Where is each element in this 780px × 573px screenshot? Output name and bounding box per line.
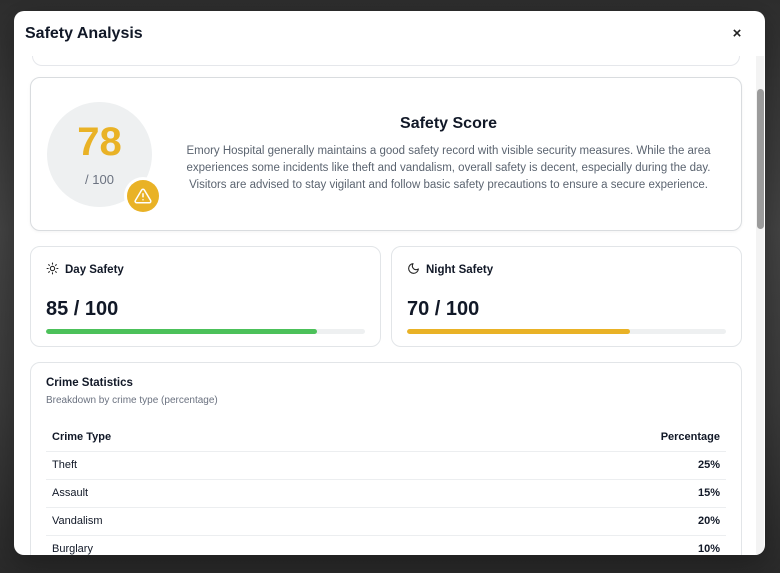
close-button[interactable]: ×	[727, 24, 747, 44]
crime-statistics-subtitle: Breakdown by crime type (percentage)	[46, 395, 218, 406]
percentage-cell: 20%	[385, 506, 726, 535]
column-header-percentage: Percentage	[660, 430, 720, 443]
crime-table: Crime Type Percentage Theft 25% Assault …	[46, 423, 726, 555]
crime-statistics-card: Crime Statistics Breakdown by crime type…	[30, 362, 742, 555]
safety-score-card: 78 / 100 Safety Score Emory Hospital gen…	[30, 77, 742, 231]
day-safety-label: Day Safety	[46, 262, 365, 278]
day-safety-value: 85 / 100	[46, 298, 119, 320]
day-safety-card: Day Safety 85 / 100	[30, 246, 381, 347]
night-safety-bar	[407, 329, 726, 334]
safety-analysis-modal: Safety Analysis × 78 / 100 Safety Score …	[14, 11, 765, 555]
night-safety-label: Night Safety	[407, 262, 726, 278]
score-value: 78	[77, 119, 122, 164]
table-row: Assault 15%	[46, 478, 726, 507]
night-safety-card: Night Safety 70 / 100	[391, 246, 742, 347]
night-safety-bar-fill	[407, 329, 631, 334]
score-description: Emory Hospital generally maintains a goo…	[186, 144, 711, 191]
crime-type-cell: Assault	[46, 478, 386, 507]
day-night-row: Day Safety 85 / 100 Night Safety 70 / 10	[30, 246, 742, 347]
column-header-crime-type: Crime Type	[52, 430, 112, 443]
crime-type-cell: Theft	[46, 450, 386, 479]
modal-title: Safety Analysis	[25, 24, 143, 42]
night-safety-title: Night Safety	[426, 264, 494, 276]
day-safety-title: Day Safety	[65, 264, 124, 276]
scrollbar-thumb[interactable]	[757, 89, 764, 229]
modal-body[interactable]: 78 / 100 Safety Score Emory Hospital gen…	[14, 56, 757, 555]
crime-type-cell: Vandalism	[46, 506, 386, 535]
percentage-cell: 10%	[385, 534, 726, 555]
day-safety-bar-fill	[46, 329, 318, 334]
score-max: / 100	[85, 171, 114, 187]
percentage-cell: 25%	[385, 450, 726, 479]
day-safety-bar	[46, 329, 365, 334]
crime-table-header: Crime Type Percentage	[46, 423, 726, 451]
moon-icon	[407, 262, 420, 278]
sun-icon	[46, 262, 59, 278]
percentage-cell: 15%	[385, 478, 726, 507]
score-text: Safety Score Emory Hospital generally ma…	[152, 115, 725, 194]
score-heading: Safety Score	[400, 114, 497, 132]
modal-header: Safety Analysis ×	[14, 11, 765, 56]
warning-triangle-icon	[127, 179, 159, 212]
night-safety-value: 70 / 100	[407, 298, 480, 320]
crime-statistics-title: Crime Statistics	[46, 377, 133, 389]
table-row: Burglary 10%	[46, 534, 726, 555]
table-row: Vandalism 20%	[46, 506, 726, 535]
score-circle: 78 / 100	[47, 101, 159, 212]
table-row: Theft 25%	[46, 450, 726, 479]
previous-card-edge	[32, 56, 740, 66]
crime-type-cell: Burglary	[46, 534, 386, 555]
